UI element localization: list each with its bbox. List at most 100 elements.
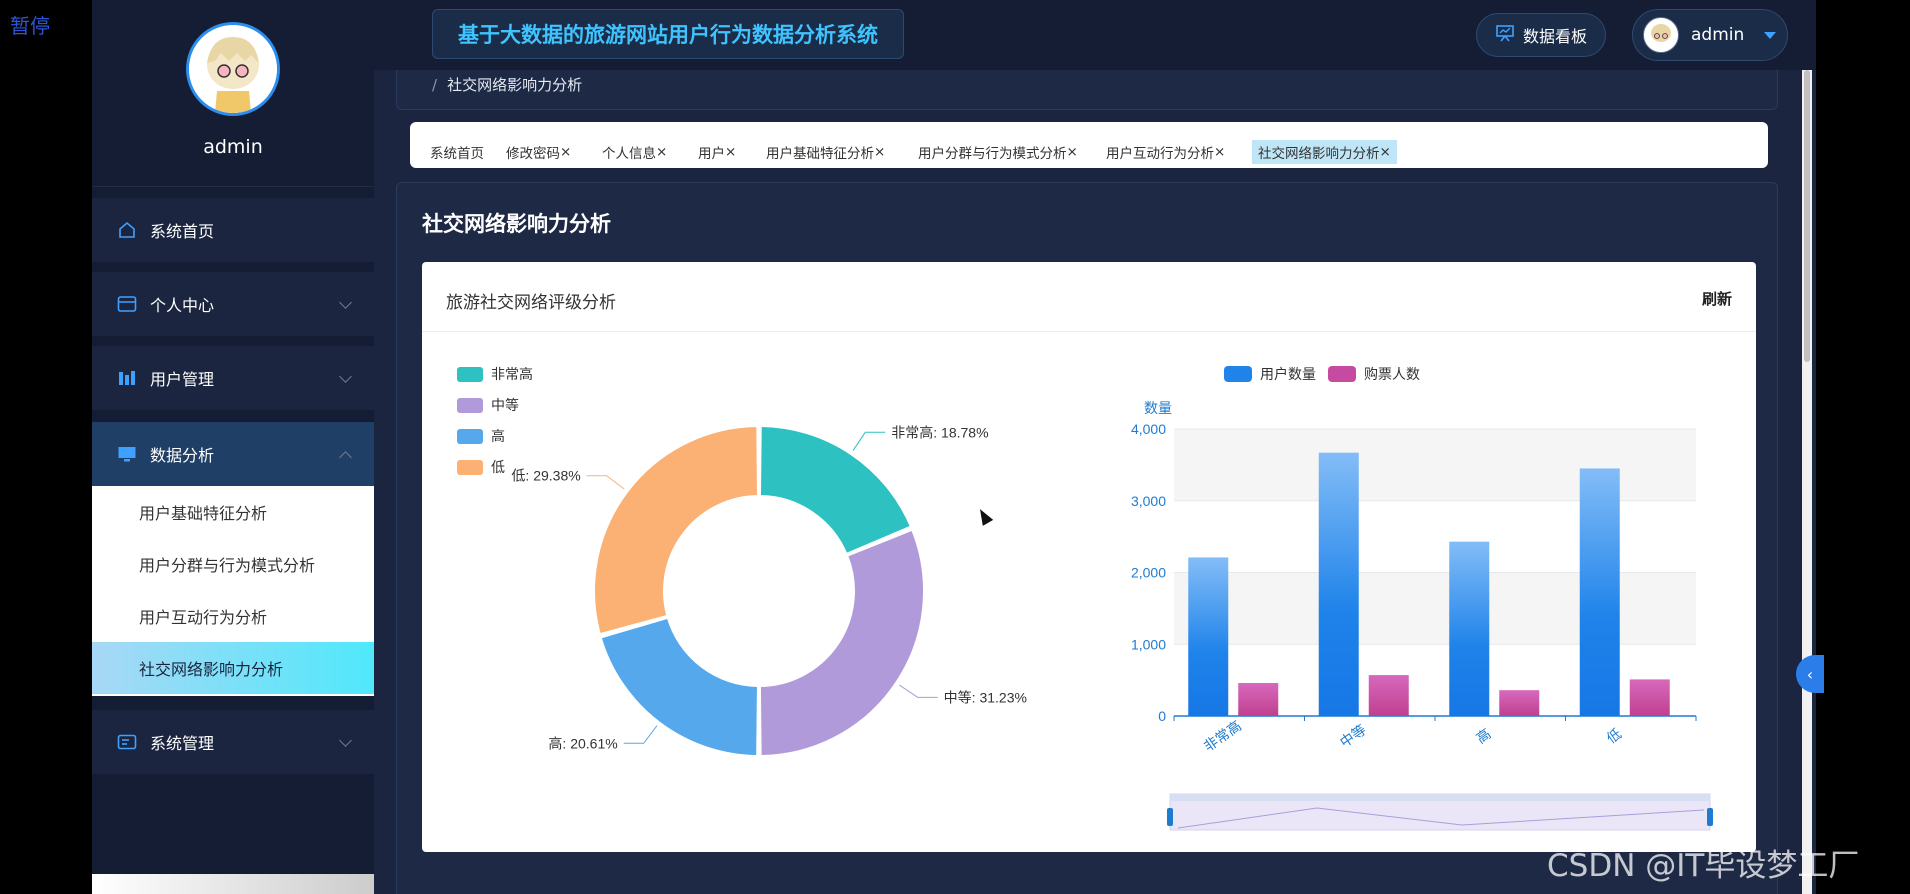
slice-label-line (899, 684, 938, 698)
charts-svg: 非常高中等高低非常高: 18.78%中等: 31.23%高: 20.61%低: … (457, 366, 1713, 831)
tab-bar: 系统首页 修改密码 × 个人信息 × 用户 × 用户基础特征分析 × 用户分群与行为模式… (410, 122, 1768, 168)
breadcrumb-separator: / (432, 76, 438, 94)
bars-icon (116, 368, 138, 388)
close-icon[interactable]: × (656, 144, 667, 160)
tab-personal-info[interactable]: 个人信息 × (596, 140, 673, 164)
user-label: admin (1691, 25, 1745, 45)
submenu-data-analysis: 用户基础特征分析 用户分群与行为模式分析 用户互动行为分析 社交网络影响力分析 (92, 486, 374, 696)
tab-users[interactable]: 用户 × (692, 140, 742, 164)
tab-label: 系统首页 (430, 146, 484, 162)
scrollbar-thumb[interactable] (1804, 70, 1810, 362)
slice-label: 高: 20.61% (548, 735, 617, 751)
submenu-item-segmentation[interactable]: 用户分群与行为模式分析 (92, 538, 374, 590)
divider (92, 186, 374, 187)
bar (1449, 541, 1490, 716)
chevron-left-icon: ‹ (1806, 664, 1814, 684)
close-icon[interactable]: × (560, 144, 571, 160)
refresh-button[interactable]: 刷新 (1702, 288, 1732, 309)
bar (1368, 675, 1409, 716)
submenu-item-basic-features[interactable]: 用户基础特征分析 (92, 486, 374, 538)
datazoom-top-bar (1170, 794, 1710, 801)
sidebar-bottom-scroll (92, 874, 374, 894)
legend-swatch (457, 460, 483, 475)
tab-label: 用户 (698, 146, 725, 162)
tab-social-influence[interactable]: 社交网络影响力分析 × (1252, 140, 1397, 164)
tab-label: 用户基础特征分析 (766, 146, 874, 162)
tab-home[interactable]: 系统首页 (424, 140, 490, 164)
bar (1188, 557, 1229, 716)
breadcrumb: / 社交网络影响力分析 (432, 74, 582, 95)
presentation-icon (1495, 24, 1515, 46)
menu-item-label: 用户管理 (150, 370, 215, 389)
pie-slice (758, 424, 913, 556)
datazoom-left-handle (1167, 808, 1173, 826)
y-tick-label: 4,000 (1131, 421, 1166, 437)
menu-item-label: 系统首页 (150, 222, 215, 241)
menu-item-label: 系统管理 (150, 734, 215, 753)
menu-item-data-analysis[interactable]: 数据分析 (92, 422, 374, 486)
tab-label: 社交网络影响力分析 (1258, 146, 1380, 162)
close-icon[interactable]: × (1067, 144, 1078, 160)
menu-item-system-management[interactable]: 系统管理 (92, 710, 374, 774)
dashboard-button[interactable]: 数据看板 (1476, 13, 1606, 57)
chevron-down-icon (339, 370, 352, 383)
chevron-down-icon (339, 296, 352, 309)
slice-label-line (852, 431, 886, 451)
y-tick-label: 3,000 (1131, 493, 1166, 509)
legend-swatch (457, 429, 483, 444)
system-title: 基于大数据的旅游网站用户行为数据分析系统 (432, 9, 904, 59)
tab-label: 修改密码 (506, 146, 560, 162)
screen-frame: 暂停 admin 系统首页 个人中心 用户管理 数据分析 用户基础特征分析 用户… (0, 0, 1910, 894)
user-avatar-large[interactable] (186, 22, 280, 116)
tab-segmentation[interactable]: 用户分群与行为模式分析 × (912, 140, 1084, 164)
watermark: CSDN @IT毕设梦工厂 (1547, 848, 1860, 884)
bar (1499, 690, 1540, 716)
tab-label: 用户分群与行为模式分析 (918, 146, 1067, 162)
close-icon[interactable]: × (874, 144, 885, 160)
legend-label: 用户数量 (1260, 366, 1316, 382)
tab-basic-features[interactable]: 用户基础特征分析 × (760, 140, 891, 164)
tab-label: 用户互动行为分析 (1106, 146, 1214, 162)
user-menu-button[interactable]: admin (1632, 9, 1788, 61)
tab-interaction[interactable]: 用户互动行为分析 × (1100, 140, 1231, 164)
legend-label: 中等 (491, 397, 519, 413)
legend-label: 低 (491, 459, 505, 475)
x-tick-label: 低 (1604, 725, 1625, 746)
card-title: 旅游社交网络评级分析 (446, 293, 616, 313)
breadcrumb-current[interactable]: 社交网络影响力分析 (447, 76, 582, 94)
legend-label: 高 (491, 428, 505, 444)
close-icon[interactable]: × (1380, 144, 1391, 160)
legend-swatch (457, 398, 483, 413)
close-icon[interactable]: × (1214, 144, 1225, 160)
submenu-item-interaction[interactable]: 用户互动行为分析 (92, 590, 374, 642)
user-avatar-small (1643, 17, 1679, 53)
pie-slice (593, 424, 760, 636)
close-icon[interactable]: × (725, 144, 736, 160)
tab-change-password[interactable]: 修改密码 × (500, 140, 577, 164)
card-header: 旅游社交网络评级分析 刷新 (422, 262, 1756, 332)
slice-label: 低: 29.38% (511, 468, 580, 484)
bar (1579, 468, 1620, 716)
legend-label: 购票人数 (1364, 366, 1420, 382)
y-tick-label: 2,000 (1131, 565, 1166, 581)
breadcrumb-container (396, 70, 1778, 110)
app-window: admin 系统首页 个人中心 用户管理 数据分析 用户基础特征分析 用户分群与… (92, 0, 1816, 894)
menu-item-home[interactable]: 系统首页 (92, 198, 374, 262)
chevron-up-icon (339, 451, 352, 464)
menu-item-personal-center[interactable]: 个人中心 (92, 272, 374, 336)
bar (1629, 679, 1670, 716)
submenu-item-social-influence[interactable]: 社交网络影响力分析 (92, 642, 374, 694)
slice-label: 中等: 31.23% (944, 689, 1027, 705)
x-tick-label: 非常高 (1201, 717, 1245, 754)
x-tick-label: 高 (1473, 725, 1494, 746)
menu-item-label: 个人中心 (150, 296, 215, 315)
caret-down-icon (1764, 31, 1777, 39)
slice-label-line (586, 475, 625, 490)
y-axis-label: 数量 (1144, 400, 1172, 416)
legend-label: 非常高 (491, 366, 533, 382)
menu-item-user-management[interactable]: 用户管理 (92, 346, 374, 410)
datazoom-right-handle (1707, 808, 1713, 826)
pie-slice (758, 528, 925, 758)
dashboard-label: 数据看板 (1522, 27, 1587, 46)
bar (1238, 682, 1279, 716)
